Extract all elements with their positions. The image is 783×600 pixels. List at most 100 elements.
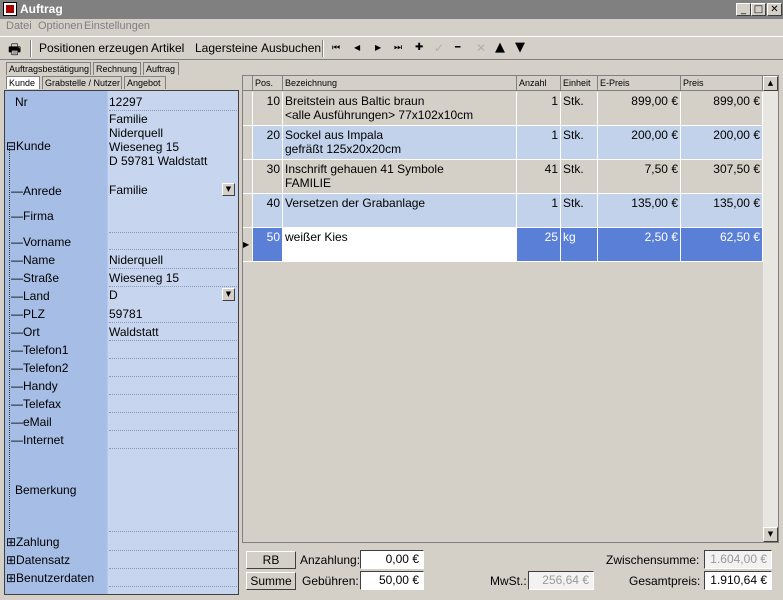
header-anzahl[interactable]: Anzahl xyxy=(517,76,561,91)
cell-anzahl[interactable]: 1 xyxy=(517,126,561,160)
tab-grabstelle-nutzer[interactable]: Grabstelle / Nutzer xyxy=(42,76,122,89)
kunde-label[interactable]: ⊟Kunde xyxy=(6,139,51,153)
row-divider xyxy=(109,586,237,587)
scroll-down-icon[interactable]: ▼ xyxy=(763,527,778,542)
cell-einheit[interactable]: Stk. xyxy=(561,126,598,160)
cell-preis[interactable]: 200,00 € xyxy=(681,126,763,160)
cell-pos[interactable]: 10 xyxy=(253,92,283,126)
positionen-erzeugen-button[interactable]: Positionen erzeugen xyxy=(39,41,148,55)
menu-datei[interactable]: Datei xyxy=(6,20,32,32)
delete-record-icon[interactable]: ━ xyxy=(455,43,460,53)
zahlung-group-label[interactable]: ⊞Zahlung xyxy=(6,535,59,549)
next-record-icon[interactable]: ▶ xyxy=(375,43,381,52)
name-field[interactable]: Niderquell xyxy=(109,253,236,267)
header-einheit[interactable]: Einheit xyxy=(561,76,598,91)
plz-field[interactable]: 59781 xyxy=(109,307,236,321)
gebuehren-label: Gebühren: xyxy=(302,574,359,588)
cell-epreis[interactable]: 7,50 € xyxy=(598,160,681,194)
cell-bezeichnung[interactable]: weißer Kies xyxy=(283,228,517,262)
cell-anzahl[interactable]: 25 xyxy=(517,228,561,262)
cell-preis[interactable]: 307,50 € xyxy=(681,160,763,194)
cell-pos[interactable]: 50 xyxy=(253,228,283,262)
gebuehren-field[interactable]: 50,00 € xyxy=(360,571,424,590)
anzahlung-field[interactable]: 0,00 € xyxy=(360,550,424,569)
artikel-button[interactable]: Artikel xyxy=(151,41,184,55)
benutzerdaten-group-label[interactable]: ⊞Benutzerdaten xyxy=(6,571,94,585)
cell-preis[interactable]: 62,50 € xyxy=(681,228,763,262)
cell-anzahl[interactable]: 1 xyxy=(517,92,561,126)
anrede-select[interactable]: Familie xyxy=(109,183,236,197)
close-button[interactable]: ✕ xyxy=(767,3,782,16)
rb-button[interactable]: RB xyxy=(246,551,296,569)
cell-pos[interactable]: 30 xyxy=(253,160,283,194)
move-up-icon[interactable]: ▲ xyxy=(495,40,505,55)
cell-epreis[interactable]: 135,00 € xyxy=(598,194,681,228)
cell-epreis[interactable]: 200,00 € xyxy=(598,126,681,160)
cell-epreis[interactable]: 899,00 € xyxy=(598,92,681,126)
cell-epreis[interactable]: 2,50 € xyxy=(598,228,681,262)
table-row[interactable]: 30 Inschrift gehauen 41 Symbole FAMILIE 41… xyxy=(243,160,763,194)
bemerkung-field[interactable] xyxy=(109,451,236,529)
table-row[interactable]: 20 Sockel aus Impala gefräßt 125x20x20cm 1… xyxy=(243,126,763,160)
row-email: —eMail xyxy=(5,413,238,431)
cell-bezeichnung[interactable]: Versetzen der Grabanlage xyxy=(283,194,517,228)
insert-record-icon[interactable]: ✚ xyxy=(415,42,423,53)
nr-value[interactable]: 12297 xyxy=(109,95,236,109)
cell-preis[interactable]: 899,00 € xyxy=(681,92,763,126)
ausbuchen-button[interactable]: Ausbuchen xyxy=(261,41,321,55)
datensatz-group-label[interactable]: ⊞Datensatz xyxy=(6,553,70,567)
group-zahlung[interactable]: ⊞Zahlung xyxy=(5,533,238,551)
cell-bezeichnung[interactable]: Sockel aus Impala gefräßt 125x20x20cm xyxy=(283,126,517,160)
tab-kunde[interactable]: Kunde xyxy=(6,76,40,89)
grid-scrollbar[interactable]: ▲ ▼ xyxy=(763,76,778,542)
cell-einheit[interactable]: Stk. xyxy=(561,92,598,126)
move-down-icon[interactable]: ▼ xyxy=(515,40,525,55)
cell-preis[interactable]: 135,00 € xyxy=(681,194,763,228)
summe-button[interactable]: Summe xyxy=(246,572,296,590)
header-pos[interactable]: Pos. xyxy=(253,76,283,91)
row-indicator[interactable]: ▶ xyxy=(243,228,253,262)
cell-bezeichnung[interactable]: Inschrift gehauen 41 Symbole FAMILIE xyxy=(283,160,517,194)
lagersteine-button[interactable]: Lagersteine xyxy=(195,41,258,55)
header-preis[interactable]: Preis xyxy=(681,76,763,91)
first-record-icon[interactable]: ⏮ xyxy=(332,43,340,53)
tab-auftrag[interactable]: Auftrag xyxy=(143,62,179,75)
scroll-up-icon[interactable]: ▲ xyxy=(763,76,778,91)
cell-anzahl[interactable]: 41 xyxy=(517,160,561,194)
row-indicator[interactable] xyxy=(243,160,253,194)
menu-einstellungen[interactable]: Einstellungen xyxy=(84,20,150,32)
prior-record-icon[interactable]: ◀ xyxy=(354,43,360,52)
group-benutzerdaten[interactable]: ⊞Benutzerdaten xyxy=(5,569,238,587)
table-row[interactable]: ▶ 50 weißer Kies 25 kg 2,50 €62,50 € xyxy=(243,228,763,262)
cell-anzahl[interactable]: 1 xyxy=(517,194,561,228)
row-land: —Land D ▼ xyxy=(5,287,238,305)
strasse-field[interactable]: Wieseneg 15 xyxy=(109,271,236,285)
land-select[interactable]: D xyxy=(109,288,236,302)
table-row[interactable]: 10 Breitstein aus Baltic braun <alle Ausf… xyxy=(243,92,763,126)
cell-einheit[interactable]: kg xyxy=(561,228,598,262)
group-datensatz[interactable]: ⊞Datensatz xyxy=(5,551,238,569)
header-bezeichnung[interactable]: Bezeichnung xyxy=(283,76,517,91)
tab-angebot[interactable]: Angebot xyxy=(124,76,166,89)
ort-field[interactable]: Waldstatt xyxy=(109,325,236,339)
table-row[interactable]: 40 Versetzen der Grabanlage 1 Stk. 135,00 €1… xyxy=(243,194,763,228)
minimize-button[interactable]: _ xyxy=(736,3,751,16)
cell-einheit[interactable]: Stk. xyxy=(561,160,598,194)
maximize-button[interactable]: □ xyxy=(751,3,766,16)
tab-rechnung[interactable]: Rechnung xyxy=(93,62,141,75)
cell-bezeichnung[interactable]: Breitstein aus Baltic braun <alle Ausfüh… xyxy=(283,92,517,126)
anrede-dropdown-icon[interactable]: ▼ xyxy=(222,183,235,196)
last-record-icon[interactable]: ⏭ xyxy=(394,43,402,53)
row-name: —Name Niderquell xyxy=(5,251,238,269)
row-indicator[interactable] xyxy=(243,194,253,228)
tab-auftragsbestaetigung[interactable]: Auftragsbestätigung xyxy=(6,62,91,75)
row-indicator[interactable] xyxy=(243,92,253,126)
cell-pos[interactable]: 40 xyxy=(253,194,283,228)
header-epreis[interactable]: E-Preis xyxy=(598,76,681,91)
land-dropdown-icon[interactable]: ▼ xyxy=(222,288,235,301)
row-indicator[interactable] xyxy=(243,126,253,160)
print-icon[interactable]: 🖶 xyxy=(8,39,21,63)
menu-optionen[interactable]: Optionen xyxy=(38,20,83,32)
cell-pos[interactable]: 20 xyxy=(253,126,283,160)
cell-einheit[interactable]: Stk. xyxy=(561,194,598,228)
